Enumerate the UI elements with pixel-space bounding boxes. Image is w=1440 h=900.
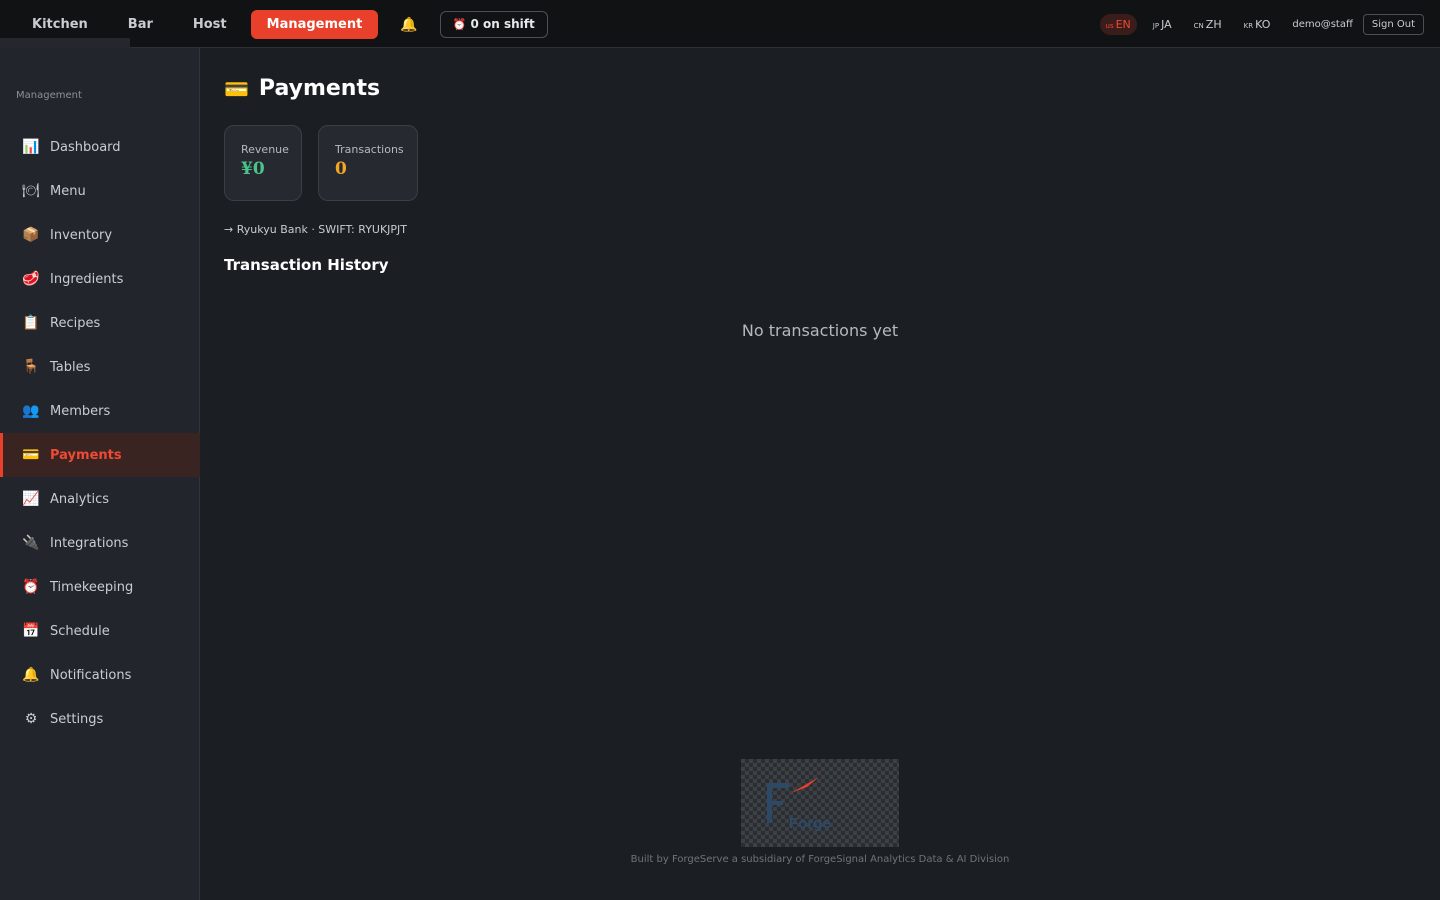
sidebar-item-label: Recipes — [50, 315, 101, 331]
tab-bar[interactable]: Bar — [112, 10, 169, 39]
sidebar-item-notifications[interactable]: 🔔 Notifications — [0, 653, 200, 697]
tab-management[interactable]: Management — [250, 10, 379, 39]
lang-en[interactable]: us EN — [1099, 14, 1137, 35]
transactions-label: Transactions — [335, 143, 404, 156]
sidebar-list: 📊 Dashboard 🍽 Menu 📦 Inventory 🥩 Ingredi… — [0, 125, 200, 741]
top-right: us EN JP JA CN ZH KR KO demo@staff Sign Out — [1099, 14, 1424, 35]
sidebar-item-analytics[interactable]: 📈 Analytics — [0, 477, 200, 521]
sidebar-item-recipes[interactable]: 📋 Recipes — [0, 301, 200, 345]
lang-label: ZH — [1205, 18, 1222, 31]
transactions-value: 0 — [335, 159, 347, 179]
sidebar: Management 📊 Dashboard 🍽 Menu 📦 Inventor… — [0, 48, 200, 900]
lang-ko[interactable]: KR KO — [1238, 14, 1277, 35]
empty-state: No transactions yet — [741, 321, 899, 340]
sidebar-item-label: Payments — [50, 447, 122, 463]
credit-card-icon: 💳 — [22, 447, 40, 463]
box-icon: 📦 — [22, 227, 40, 243]
meat-icon: 🥩 — [22, 271, 40, 287]
user-email: demo@staff — [1292, 19, 1353, 30]
sidebar-item-ingredients[interactable]: 🥩 Ingredients — [0, 257, 200, 301]
sidebar-item-members[interactable]: 👥 Members — [0, 389, 200, 433]
gear-icon: ⚙ — [24, 711, 38, 727]
bar-chart-icon: 📊 — [22, 139, 40, 155]
sidebar-item-label: Inventory — [50, 227, 113, 243]
sidebar-item-payments[interactable]: 💳 Payments — [0, 433, 200, 477]
lang-cc: us — [1105, 22, 1114, 30]
sidebar-item-schedule[interactable]: 📅 Schedule — [0, 609, 200, 653]
sidebar-item-integrations[interactable]: 🔌 Integrations — [0, 521, 200, 565]
sidebar-item-settings[interactable]: ⚙ Settings — [0, 697, 200, 741]
sidebar-item-label: Tables — [50, 359, 91, 375]
sidebar-item-tables[interactable]: 🪑 Tables — [0, 345, 200, 389]
revenue-value: ¥0 — [241, 159, 265, 179]
logo-text: Forge — [789, 815, 831, 832]
top-nav: Kitchen Bar Host Management 🔔 ⏰ 0 on shi… — [16, 10, 548, 39]
lang-label: EN — [1115, 18, 1131, 31]
sidebar-item-menu[interactable]: 🍽 Menu — [0, 169, 200, 213]
credit-card-icon: 💳 — [224, 76, 249, 101]
lang-cc: JP — [1152, 22, 1160, 30]
main-content: 💳 Payments Revenue ¥0 Transactions 0 → R… — [224, 48, 1416, 900]
plate-icon: 🍽 — [22, 183, 40, 199]
shift-label: 0 on shift — [470, 17, 535, 31]
tab-kitchen[interactable]: Kitchen — [16, 10, 104, 39]
bank-info: → Ryukyu Bank · SWIFT: RYUKJPJT — [224, 223, 408, 236]
sidebar-item-timekeeping[interactable]: ⏰ Timekeeping — [0, 565, 200, 609]
alarm-clock-icon: ⏰ — [22, 579, 40, 595]
sidebar-item-dashboard[interactable]: 📊 Dashboard — [0, 125, 200, 169]
people-icon: 👥 — [22, 403, 40, 419]
transactions-card: Transactions 0 — [318, 125, 418, 201]
calendar-icon: 📅 — [22, 623, 40, 639]
sidebar-item-label: Timekeeping — [50, 579, 134, 595]
forge-logo: Forge — [741, 759, 899, 847]
bell-icon[interactable]: 🔔 — [400, 17, 417, 33]
sidebar-item-label: Ingredients — [50, 271, 124, 287]
plug-icon: 🔌 — [22, 535, 40, 551]
sidebar-item-label: Analytics — [50, 491, 110, 507]
sidebar-item-label: Members — [50, 403, 111, 419]
revenue-card: Revenue ¥0 — [224, 125, 302, 201]
footer-text: Built by ForgeServe a subsidiary of Forg… — [630, 854, 1010, 865]
sidebar-item-label: Settings — [50, 711, 104, 727]
alarm-clock-icon: ⏰ — [452, 18, 467, 31]
line-chart-icon: 📈 — [22, 491, 40, 507]
page-title: 💳 Payments — [224, 76, 380, 101]
sidebar-item-label: Notifications — [50, 667, 132, 683]
lang-cc: CN — [1193, 22, 1204, 30]
bell-icon: 🔔 — [22, 667, 40, 683]
sign-out-button[interactable]: Sign Out — [1362, 14, 1424, 35]
sidebar-item-label: Dashboard — [50, 139, 121, 155]
lang-label: JA — [1161, 18, 1172, 31]
page-title-text: Payments — [258, 76, 381, 101]
revenue-label: Revenue — [241, 143, 289, 156]
sidebar-title: Management — [16, 90, 82, 101]
sidebar-item-inventory[interactable]: 📦 Inventory — [0, 213, 200, 257]
lang-cc: KR — [1243, 22, 1254, 30]
lang-zh[interactable]: CN ZH — [1188, 14, 1228, 35]
shift-button[interactable]: ⏰ 0 on shift — [439, 11, 548, 38]
sidebar-item-label: Schedule — [50, 623, 110, 639]
forge-logo-mark: Forge — [767, 777, 831, 832]
lang-ja[interactable]: JP JA — [1147, 14, 1178, 35]
lang-label: KO — [1255, 18, 1271, 31]
chair-icon: 🪑 — [22, 359, 40, 375]
tab-host[interactable]: Host — [177, 10, 243, 39]
sidebar-item-label: Menu — [50, 183, 86, 199]
tab-underline — [0, 38, 130, 48]
top-bar: Kitchen Bar Host Management 🔔 ⏰ 0 on shi… — [0, 0, 1440, 48]
sidebar-item-label: Integrations — [50, 535, 129, 551]
transaction-history-title: Transaction History — [224, 256, 389, 274]
clipboard-icon: 📋 — [22, 315, 40, 331]
